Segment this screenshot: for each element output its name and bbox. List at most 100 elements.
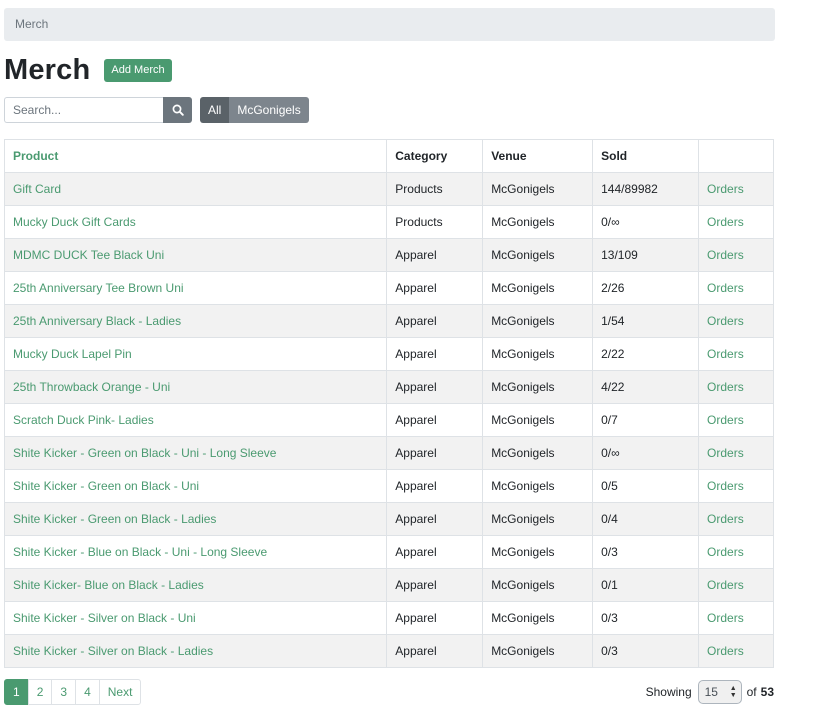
venue-cell: McGonigels <box>482 304 594 338</box>
table-row: MDMC DUCK Tee Black Uni Apparel McGonige… <box>3 238 774 272</box>
product-link[interactable]: Shite Kicker - Green on Black - Uni <box>13 479 199 493</box>
table-row: Shite Kicker - Green on Black - Uni - Lo… <box>3 436 774 470</box>
column-header-actions <box>698 139 774 173</box>
table-row: 25th Anniversary Tee Brown Uni Apparel M… <box>3 271 774 305</box>
table-row: Shite Kicker - Blue on Black - Uni - Lon… <box>3 535 774 569</box>
category-cell: Apparel <box>386 337 484 371</box>
page-2-button[interactable]: 2 <box>27 679 53 705</box>
sold-cell: 0/3 <box>592 601 700 635</box>
venue-cell: McGonigels <box>482 502 594 536</box>
category-cell: Apparel <box>386 238 484 272</box>
venue-cell: McGonigels <box>482 568 594 602</box>
add-merch-button[interactable]: Add Merch <box>104 58 172 82</box>
category-cell: Apparel <box>386 403 484 437</box>
breadcrumb: Merch <box>4 8 775 41</box>
category-cell: Products <box>386 205 484 239</box>
product-link[interactable]: Shite Kicker - Green on Black - Ladies <box>13 512 216 526</box>
venue-filter-group: All McGonigels <box>200 97 309 123</box>
sold-cell: 2/22 <box>592 337 700 371</box>
product-link[interactable]: Mucky Duck Lapel Pin <box>13 347 132 361</box>
showing-summary: Showing 15 ▲ ▼ of 53 <box>646 679 774 705</box>
page-title: Merch <box>4 53 91 86</box>
product-link[interactable]: Shite Kicker - Silver on Black - Uni <box>13 611 196 625</box>
orders-link[interactable]: Orders <box>707 545 744 559</box>
page-4-button[interactable]: 4 <box>75 679 100 705</box>
table-row: Gift Card Products McGonigels 144/89982 … <box>3 172 774 206</box>
table-row: Shite Kicker - Silver on Black - Ladies … <box>3 634 774 668</box>
orders-link[interactable]: Orders <box>707 413 744 427</box>
category-cell: Apparel <box>386 370 484 404</box>
sold-cell: 0/∞ <box>592 436 700 470</box>
orders-link[interactable]: Orders <box>707 644 744 658</box>
per-page-select[interactable]: 15 ▲ ▼ <box>697 680 742 704</box>
category-cell: Apparel <box>386 304 484 338</box>
table-row: 25th Throwback Orange - Uni Apparel McGo… <box>3 370 774 404</box>
product-link[interactable]: 25th Throwback Orange - Uni <box>13 380 170 394</box>
product-link[interactable]: Shite Kicker- Blue on Black - Ladies <box>13 578 204 592</box>
orders-link[interactable]: Orders <box>707 446 744 460</box>
orders-link[interactable]: Orders <box>707 578 744 592</box>
category-cell: Apparel <box>386 634 484 668</box>
product-link[interactable]: 25th Anniversary Black - Ladies <box>13 314 181 328</box>
filter-all-button[interactable]: All <box>200 97 230 123</box>
venue-cell: McGonigels <box>482 172 594 206</box>
orders-link[interactable]: Orders <box>707 281 744 295</box>
orders-link[interactable]: Orders <box>707 611 744 625</box>
search-input[interactable] <box>4 97 163 123</box>
sold-cell: 0/∞ <box>592 205 700 239</box>
orders-link[interactable]: Orders <box>707 347 744 361</box>
venue-cell: McGonigels <box>482 370 594 404</box>
search-icon <box>172 104 184 116</box>
table-header-row: Product Category Venue Sold <box>3 139 774 173</box>
venue-cell: McGonigels <box>482 601 594 635</box>
sold-cell: 1/54 <box>592 304 700 338</box>
sold-cell: 0/5 <box>592 469 700 503</box>
filter-venue-button[interactable]: McGonigels <box>229 97 309 123</box>
page-1-button[interactable]: 1 <box>4 679 29 705</box>
product-link[interactable]: MDMC DUCK Tee Black Uni <box>13 248 164 262</box>
table-row: Shite Kicker - Silver on Black - Uni App… <box>3 601 774 635</box>
venue-cell: McGonigels <box>482 634 594 668</box>
orders-link[interactable]: Orders <box>707 512 744 526</box>
venue-cell: McGonigels <box>482 469 594 503</box>
search-button[interactable] <box>163 97 192 123</box>
pagination: 1 2 3 4 Next <box>4 679 142 705</box>
product-link[interactable]: 25th Anniversary Tee Brown Uni <box>13 281 184 295</box>
breadcrumb-item-merch: Merch <box>15 17 49 31</box>
product-link[interactable]: Gift Card <box>13 182 61 196</box>
column-header-category: Category <box>386 139 484 173</box>
table-row: Scratch Duck Pink- Ladies Apparel McGoni… <box>3 403 774 437</box>
of-label: of <box>746 685 757 699</box>
orders-link[interactable]: Orders <box>707 479 744 493</box>
table-row: Mucky Duck Lapel Pin Apparel McGonigels … <box>3 337 774 371</box>
sold-cell: 144/89982 <box>592 172 700 206</box>
venue-cell: McGonigels <box>482 436 594 470</box>
sold-cell: 2/26 <box>592 271 700 305</box>
orders-link[interactable]: Orders <box>707 215 744 229</box>
sold-cell: 0/3 <box>592 634 700 668</box>
product-link[interactable]: Shite Kicker - Blue on Black - Uni - Lon… <box>13 545 267 559</box>
venue-cell: McGonigels <box>482 205 594 239</box>
title-row: Merch Add Merch <box>4 52 172 88</box>
table-row: Mucky Duck Gift Cards Products McGonigel… <box>3 205 774 239</box>
category-cell: Apparel <box>386 469 484 503</box>
search-row: All McGonigels <box>4 97 309 123</box>
product-link[interactable]: Shite Kicker - Silver on Black - Ladies <box>13 644 213 658</box>
venue-cell: McGonigels <box>482 271 594 305</box>
orders-link[interactable]: Orders <box>707 314 744 328</box>
orders-link[interactable]: Orders <box>707 182 744 196</box>
total-count: 53 <box>760 685 774 699</box>
next-page-button[interactable]: Next <box>98 679 142 705</box>
sold-cell: 0/1 <box>592 568 700 602</box>
product-link[interactable]: Mucky Duck Gift Cards <box>13 215 136 229</box>
category-cell: Apparel <box>386 601 484 635</box>
product-link[interactable]: Scratch Duck Pink- Ladies <box>13 413 154 427</box>
page-3-button[interactable]: 3 <box>51 679 77 705</box>
orders-link[interactable]: Orders <box>707 248 744 262</box>
category-cell: Apparel <box>386 271 484 305</box>
product-link[interactable]: Shite Kicker - Green on Black - Uni - Lo… <box>13 446 276 460</box>
merch-table: Product Category Venue Sold Gift Card Pr… <box>3 139 774 668</box>
column-header-product[interactable]: Product <box>3 139 388 173</box>
orders-link[interactable]: Orders <box>707 380 744 394</box>
venue-cell: McGonigels <box>482 535 594 569</box>
